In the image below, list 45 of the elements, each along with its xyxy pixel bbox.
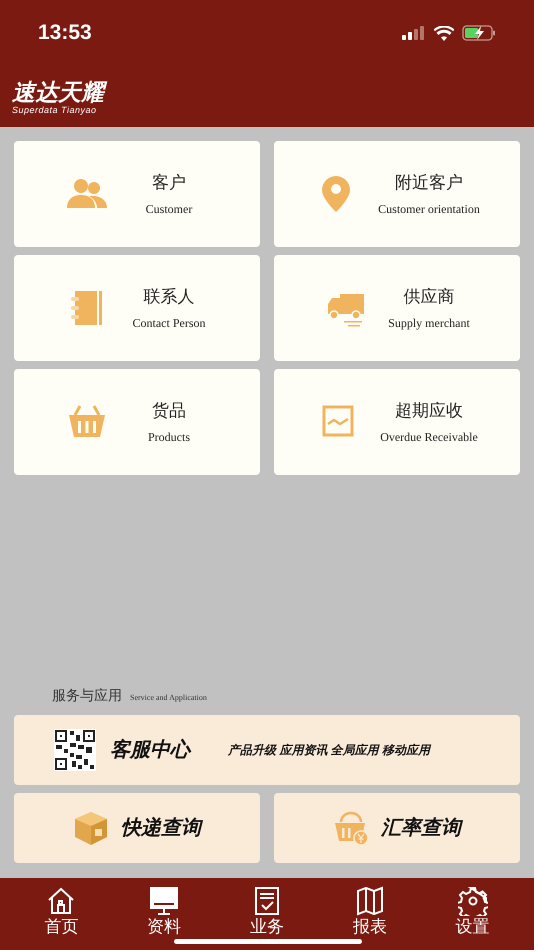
status-time: 13:53 — [38, 20, 92, 46]
module-title: 联系人 — [144, 286, 194, 308]
service-center-description: 产品升级 应用资讯 全局应用 移动应用 — [228, 742, 430, 759]
module-subtitle: Products — [148, 428, 190, 446]
module-card[interactable]: 供应商 Supply merchant — [274, 255, 520, 361]
module-subtitle: Contact Person — [132, 314, 206, 332]
qr-code-icon — [54, 729, 96, 771]
service-card[interactable]: 汇率查询 — [274, 793, 520, 863]
module-card[interactable]: 超期应收 Overdue Receivable — [274, 369, 520, 475]
signal-icon — [402, 26, 426, 40]
parcel-box-icon — [73, 810, 109, 846]
module-title: 附近客户 — [395, 172, 463, 194]
tab-item[interactable]: 首页 — [26, 886, 96, 938]
module-subtitle: Supply merchant — [388, 314, 470, 332]
module-title: 货品 — [152, 400, 186, 422]
tab-item[interactable]: 资料 — [129, 886, 200, 938]
module-title: 供应商 — [404, 286, 454, 308]
module-title: 超期应收 — [395, 400, 463, 422]
tab-item[interactable]: 设置 — [438, 886, 508, 938]
battery-charging-icon — [462, 25, 496, 41]
module-card[interactable]: 附近客户 Customer orientation — [274, 141, 520, 247]
home-icon — [46, 886, 76, 916]
basket-yen-icon — [333, 810, 369, 846]
map-icon — [354, 886, 385, 916]
service-title: 汇率查询 — [381, 816, 461, 841]
tab-item[interactable]: 业务 — [232, 886, 302, 938]
logo-title: 速达天耀 — [12, 80, 522, 104]
monitor-icon — [149, 886, 180, 916]
module-subtitle: Customer — [146, 200, 192, 218]
module-subtitle: Customer orientation — [378, 200, 480, 218]
section-heading-en: Service and Application — [130, 692, 207, 704]
section-heading: 服务与应用 — [52, 686, 122, 705]
settings-icon — [458, 886, 488, 916]
service-center-title: 客服中心 — [110, 738, 190, 763]
service-title: 快递查询 — [121, 816, 201, 841]
tab-item[interactable]: 报表 — [334, 886, 405, 938]
module-card[interactable]: 客户 Customer — [14, 141, 260, 247]
logo-subtitle: Superdata Tianyao — [12, 104, 98, 116]
module-card[interactable]: 联系人 Contact Person — [14, 255, 260, 361]
module-subtitle: Overdue Receivable — [380, 428, 478, 446]
service-center-card[interactable]: 客服中心 产品升级 应用资讯 全局应用 移动应用 — [14, 715, 520, 785]
module-card[interactable]: 货品 Products — [14, 369, 260, 475]
wifi-icon — [434, 26, 454, 40]
module-title: 客户 — [152, 172, 186, 194]
service-card[interactable]: 快递查询 — [14, 793, 260, 863]
